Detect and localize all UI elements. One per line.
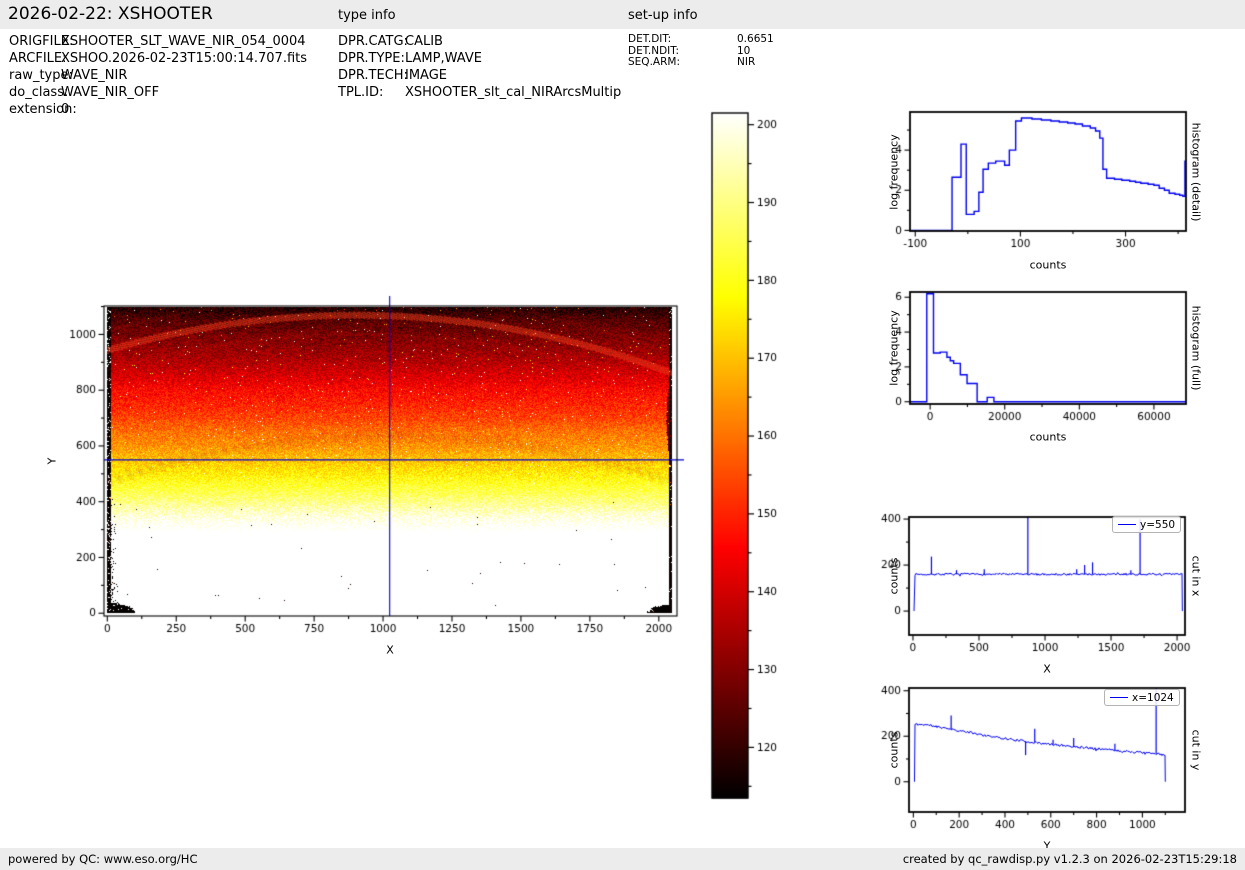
setup-info-block: DET.DIT: 0.6651 DET.NDIT: 10 SEQ.ARM: NIR [628,33,774,69]
main-y-axis-label: Y [45,457,59,465]
cut-y-side-label: cut in y [1189,729,1203,771]
doclass-label: do_class: [9,85,69,100]
cut-y-legend: x=1024 [1104,689,1180,706]
cut-x-side-label: cut in x [1189,555,1203,597]
cut-x-legend-label: y=550 [1140,518,1176,531]
type-info-block: DPR.CATG:CALIB DPR.TYPE:LAMP,WAVE DPR.TE… [338,33,621,101]
page-title: 2026-02-22: XSHOOTER [8,4,213,24]
file-info-row: ARCFILE:XSHOO.2026-02-23T15:00:14.707.fi… [9,50,307,67]
type-info-row: TPL.ID: XSHOOTER_slt_cal_NIRArcsMultip [338,84,621,101]
extension-value: 0 [61,102,70,117]
type-info-row: DPR.CATG:CALIB [338,33,621,50]
type-info-row: DPR.TYPE:LAMP,WAVE [338,50,621,67]
dpr-tech-label: DPR.TECH: [338,68,408,83]
hist-detail-x-label: counts [1029,258,1067,272]
setup-info-row: SEQ.ARM: NIR [628,56,774,69]
setup-info-row: DET.DIT: 0.6651 [628,33,774,46]
file-info-row: ORIGFILE:XSHOOTER_SLT_WAVE_NIR_054_0004 [9,33,307,50]
footer-created-by: created by qc_rawdisp.py v1.2.3 on 2026-… [902,852,1237,866]
origfile-value: XSHOOTER_SLT_WAVE_NIR_054_0004 [61,34,306,49]
dpr-type-label: DPR.TYPE: [338,51,405,66]
type-info-title: type info [338,8,396,23]
origfile-label: ORIGFILE: [9,34,74,49]
dpr-catg-label: DPR.CATG: [338,34,408,49]
file-info-block: ORIGFILE:XSHOOTER_SLT_WAVE_NIR_054_0004 … [9,33,307,118]
hist-detail-side-label: histogram (detail) [1189,122,1203,222]
dpr-catg-value: CALIB [405,34,443,49]
tpl-id-value: XSHOOTER_slt_cal_NIRArcsMultip [405,85,622,100]
file-info-row: raw_type:WAVE_NIR [9,67,307,84]
type-info-row: DPR.TECH:IMAGE [338,67,621,84]
det-dit-label: DET.DIT: [628,33,672,45]
cut-y-y-label: counts [887,731,901,769]
det-ndit-value: 10 [737,44,751,57]
setup-info-title: set-up info [628,8,698,23]
seq-arm-label: SEQ.ARM: [628,56,680,68]
legend-line-swatch [1118,524,1136,525]
det-dit-value: 0.6651 [737,33,774,45]
cut-x-x-label: X [1043,662,1051,676]
dpr-type-value: LAMP,WAVE [405,51,482,66]
rawtype-value: WAVE_NIR [61,68,128,83]
footer-powered-by: powered by QC: www.eso.org/HC [8,852,198,866]
tpl-id-label: TPL.ID: [338,85,384,100]
arcfile-value: XSHOO.2026-02-23T15:00:14.707.fits [61,51,308,66]
seq-arm-value: NIR [737,56,756,68]
rawtype-label: raw_type: [9,68,73,83]
file-info-row: extension:0 [9,101,307,118]
hist-full-side-label: histogram (full) [1189,305,1203,391]
main-x-axis-label: X [386,643,394,657]
hist-full-x-label: counts [1029,430,1067,444]
file-info-row: do_class:WAVE_NIR_OFF [9,84,307,101]
cut-x-legend: y=550 [1112,516,1182,533]
legend-line-swatch [1110,697,1128,698]
hist-full-y-label: log frequency [887,310,901,386]
hist-detail-y-label: log frequency [887,134,901,210]
cut-x-y-label: counts [887,557,901,595]
extension-label: extension: [9,102,77,117]
doclass-value: WAVE_NIR_OFF [61,85,160,100]
dpr-tech-value: IMAGE [405,68,448,83]
cut-y-legend-label: x=1024 [1132,691,1174,704]
arcfile-label: ARCFILE: [9,51,67,66]
